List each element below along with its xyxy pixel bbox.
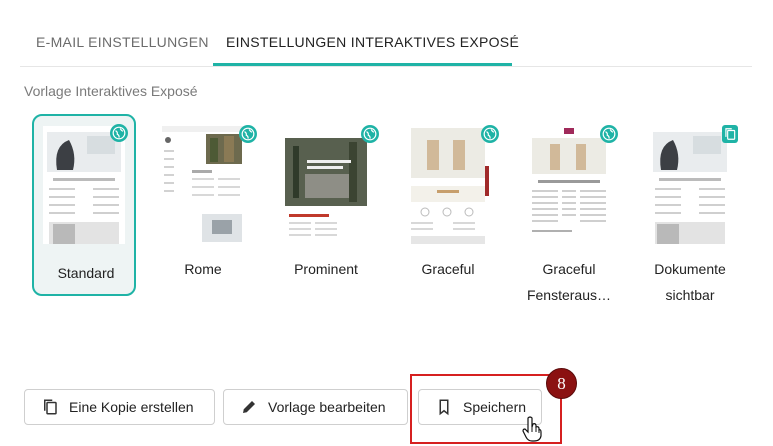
template-thumbnail <box>43 126 125 244</box>
step-number-badge: 8 <box>546 368 577 399</box>
template-card-rome[interactable]: Rome <box>151 114 257 296</box>
template-card-graceful[interactable]: Graceful <box>396 114 500 296</box>
pencil-icon <box>243 401 255 413</box>
template-name: Standard <box>57 265 115 281</box>
globe-icon <box>361 125 379 143</box>
globe-icon <box>481 125 499 143</box>
template-thumbnail <box>285 126 367 244</box>
edit-template-button[interactable]: Vorlage bearbeiten <box>223 389 408 425</box>
template-thumbnail <box>407 126 489 244</box>
edit-template-label: Vorlage bearbeiten <box>268 399 386 415</box>
tab-interactive-expose-settings[interactable]: EINSTELLUNGEN INTERAKTIVES EXPOSÉ <box>226 34 519 50</box>
hand-pointer-icon <box>522 416 542 442</box>
section-label: Vorlage Interaktives Exposé <box>24 83 198 99</box>
globe-icon <box>239 125 257 143</box>
template-card-graceful-fensteraushang[interactable]: Graceful Fensteraus… <box>517 114 621 303</box>
copy-icon <box>722 125 738 143</box>
globe-icon <box>110 124 128 142</box>
create-copy-label: Eine Kopie erstellen <box>69 399 194 415</box>
template-thumbnail <box>528 126 610 244</box>
template-name: Rome <box>184 261 222 277</box>
tab-divider <box>20 66 752 67</box>
template-name: Graceful Fensteraus… <box>526 261 612 303</box>
template-name: Dokumente sichtbar <box>654 261 726 303</box>
template-thumbnail <box>649 126 731 244</box>
tab-email-settings[interactable]: E-MAIL EINSTELLUNGEN <box>36 34 209 50</box>
copy-icon <box>44 399 57 415</box>
template-card-prominent[interactable]: Prominent <box>274 114 379 296</box>
create-copy-button[interactable]: Eine Kopie erstellen <box>24 389 215 425</box>
template-card-dokumente-sichtbar[interactable]: Dokumente sichtbar <box>638 114 742 303</box>
template-name: Graceful <box>421 261 475 277</box>
template-name: Prominent <box>294 261 358 277</box>
template-card-standard[interactable]: Standard <box>32 114 136 296</box>
template-thumbnail <box>162 126 244 244</box>
globe-icon <box>600 125 618 143</box>
tab-bar: E-MAIL EINSTELLUNGEN EINSTELLUNGEN INTER… <box>0 0 773 68</box>
